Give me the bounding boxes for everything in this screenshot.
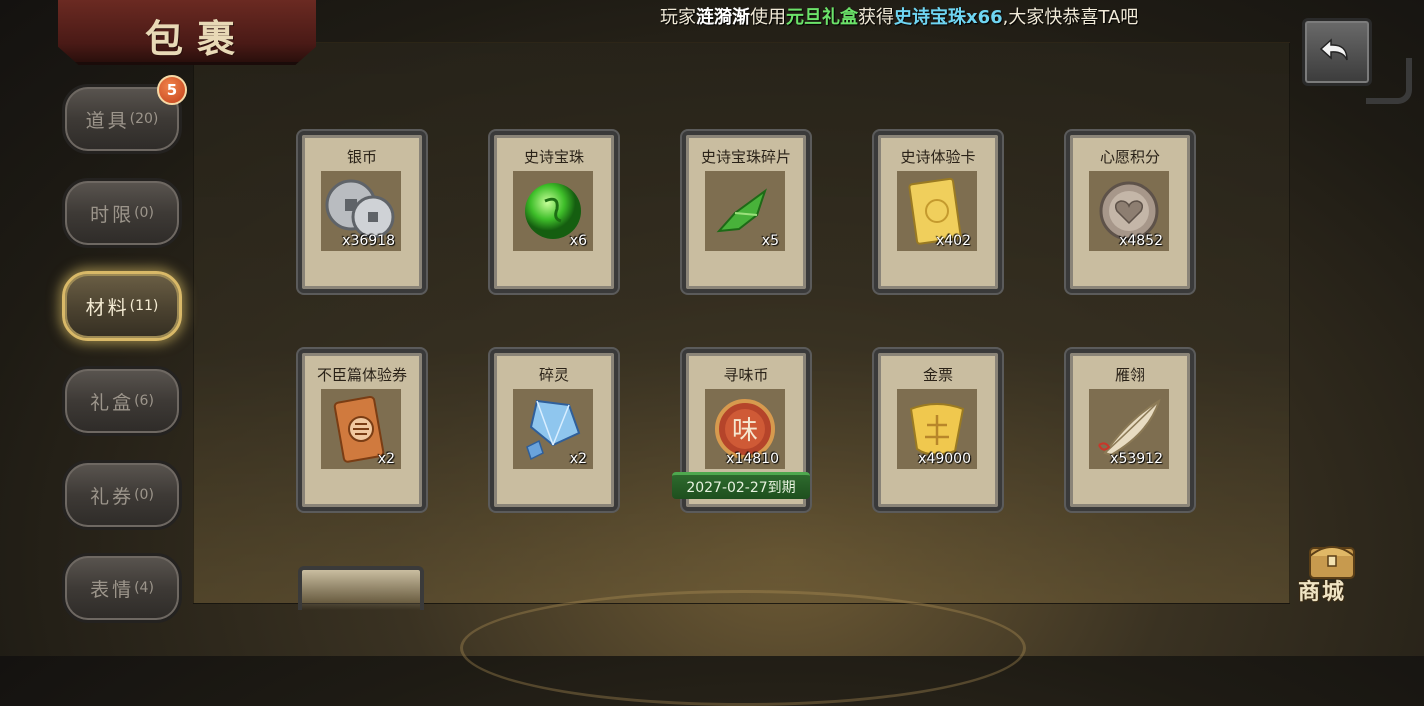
tab-count: (4) xyxy=(134,580,154,596)
item-icon-frame: x49000 xyxy=(897,389,977,469)
item-quantity: x36918 xyxy=(342,233,395,249)
item-icon-frame: x4852 xyxy=(1089,171,1169,251)
item-name: 史诗体验卡 xyxy=(900,148,976,166)
tab-label: 礼盒 xyxy=(90,391,135,414)
tab-vouchers[interactable]: 礼券 (0) xyxy=(62,460,182,530)
tab-count: (6) xyxy=(134,393,154,409)
item-quantity: x5 xyxy=(761,233,779,249)
item-card-pearl-fragment[interactable]: 史诗宝珠碎片 x5 xyxy=(682,131,810,293)
item-name: 寻味币 xyxy=(723,366,769,384)
item-name: 碎灵 xyxy=(538,366,569,384)
announcement-ticker: 玩家涟漪渐使用元旦礼盒获得史诗宝珠x66,大家快恭喜TA吧 xyxy=(660,3,1138,29)
tab-count: (11) xyxy=(129,298,159,314)
shop-label: 商城 xyxy=(1298,579,1347,605)
item-card-wild-goose-feather[interactable]: 雁翎 x53912 xyxy=(1066,349,1194,511)
item-card-gold-ticket[interactable]: 金票 x49000 xyxy=(874,349,1002,511)
ticker-middle1: 使用 xyxy=(750,7,786,28)
ticker-source-item: 元旦礼盒 xyxy=(786,7,858,28)
item-icon-frame: x2 xyxy=(321,389,401,469)
item-icon-frame: x2 xyxy=(513,389,593,469)
item-card-trial-ticket[interactable]: 不臣篇体验券 x2 xyxy=(298,349,426,511)
item-quantity: x4852 xyxy=(1119,233,1163,249)
page-title: 包裹 xyxy=(145,16,250,61)
tab-timed[interactable]: 时限 (0) xyxy=(62,178,182,248)
tab-label: 礼券 xyxy=(90,485,135,508)
item-card-wish-points[interactable]: 心愿积分 x4852 xyxy=(1066,131,1194,293)
item-quantity: x2 xyxy=(377,451,395,467)
ticker-reward: 史诗宝珠x66 xyxy=(894,7,1003,28)
item-quantity: x14810 xyxy=(726,451,779,467)
expiry-label: 2027-02-27到期 xyxy=(672,472,810,499)
tab-label: 材料 xyxy=(85,296,130,319)
item-name: 史诗宝珠碎片 xyxy=(700,148,791,166)
item-icon-frame: x53912 xyxy=(1089,389,1169,469)
tab-label: 道具 xyxy=(85,109,130,132)
item-card-epic-pearl[interactable]: 史诗宝珠 x6 xyxy=(490,131,618,293)
item-name: 银币 xyxy=(346,148,377,166)
item-icon-frame: x36918 xyxy=(321,171,401,251)
item-name: 史诗宝珠 xyxy=(523,148,584,166)
item-quantity: x2 xyxy=(569,451,587,467)
corner-ornament xyxy=(1366,58,1412,104)
tab-materials[interactable]: 材料 (11) xyxy=(62,271,182,341)
item-quantity: x53912 xyxy=(1110,451,1163,467)
floor-ornament xyxy=(460,590,1026,706)
tab-label: 表情 xyxy=(90,578,135,601)
notification-badge: 5 xyxy=(157,75,187,105)
item-icon-frame: 味 x14810 xyxy=(705,389,785,469)
item-quantity: x49000 xyxy=(918,451,971,467)
item-card-trial-card[interactable]: 史诗体验卡 x402 xyxy=(874,131,1002,293)
back-arrow-icon xyxy=(1319,38,1348,61)
item-name: 不臣篇体验券 xyxy=(316,366,407,384)
tab-emotes[interactable]: 表情 (4) xyxy=(62,553,182,623)
item-icon-frame: x5 xyxy=(705,171,785,251)
item-name: 雁翎 xyxy=(1114,366,1145,384)
tab-count: (0) xyxy=(134,205,154,221)
item-icon-frame: x402 xyxy=(897,171,977,251)
item-quantity: x402 xyxy=(935,233,971,249)
item-card-partial[interactable] xyxy=(298,566,424,610)
item-icon-frame: x6 xyxy=(513,171,593,251)
item-quantity: x6 xyxy=(569,233,587,249)
tab-gift-boxes[interactable]: 礼盒 (6) xyxy=(62,366,182,436)
item-name: 心愿积分 xyxy=(1099,148,1160,166)
item-card-silver-coin[interactable]: 银币 x36918 xyxy=(298,131,426,293)
tab-count: (0) xyxy=(134,487,154,503)
item-name: 金票 xyxy=(922,366,953,384)
back-button[interactable] xyxy=(1302,18,1372,86)
inventory-panel xyxy=(193,42,1290,604)
flavor-coin-glyph: 味 xyxy=(732,416,758,446)
tab-count: (20) xyxy=(129,111,159,127)
ticker-suffix: ,大家快恭喜TA吧 xyxy=(1002,7,1139,28)
item-card-spirit-shard[interactable]: 碎灵 x2 xyxy=(490,349,618,511)
ticker-middle2: 获得 xyxy=(858,7,894,28)
ticker-prefix: 玩家 xyxy=(660,7,696,28)
tab-label: 时限 xyxy=(90,203,135,226)
ticker-player: 涟漪渐 xyxy=(696,7,750,28)
